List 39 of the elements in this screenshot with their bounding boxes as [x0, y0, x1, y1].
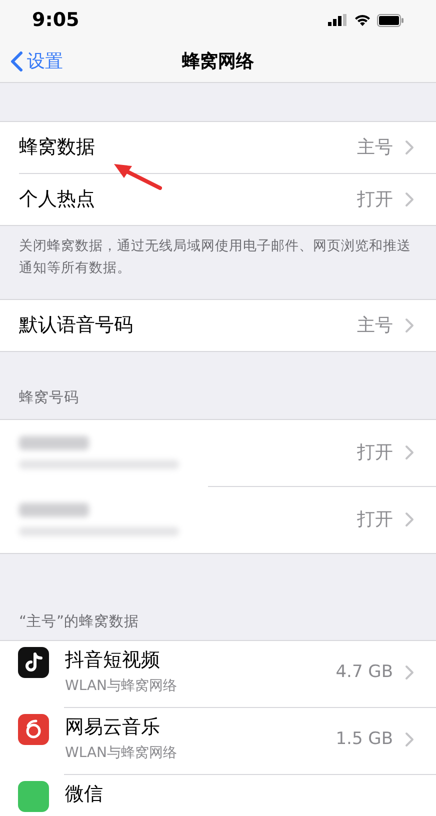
pointer-arrow-drawing — [112, 162, 162, 190]
app-name: 微信 — [65, 782, 104, 806]
signal-icon — [328, 14, 348, 26]
app-subtitle: WLAN与蜂窝网络 — [65, 676, 178, 696]
wifi-icon — [354, 14, 371, 26]
chevron-icon — [405, 318, 414, 333]
row-label: 默认语音号码 — [19, 313, 134, 338]
row-value: 打开 — [357, 188, 393, 212]
usage-value: 1.5 GB — [336, 728, 393, 751]
app-row[interactable]: 微信 — [0, 774, 436, 816]
row-value: 打开 — [357, 441, 393, 466]
chevron-icon — [405, 192, 414, 207]
row-value: 主号 — [357, 314, 393, 338]
section-header: 蜂窝号码 — [18, 388, 80, 408]
music-app-icon — [18, 714, 49, 744]
app-name: 抖音短视频 — [65, 648, 161, 672]
back-button[interactable]: 设置 — [0, 48, 63, 74]
usage-value: 4.7 GB — [336, 660, 393, 684]
chevron-icon — [405, 140, 414, 155]
back-chevron-icon — [10, 50, 23, 72]
status-time: 9:05 — [32, 8, 80, 33]
chevron-icon — [405, 732, 414, 747]
app-name: 网易云音乐 — [65, 714, 161, 740]
battery-icon — [377, 14, 404, 26]
row-label: 个人热点 — [19, 187, 96, 212]
row-value: 主号 — [357, 136, 393, 160]
row-value: 打开 — [357, 508, 393, 532]
music-note-app-icon — [18, 646, 49, 678]
chat-app-icon — [18, 780, 49, 812]
chevron-icon — [405, 445, 414, 460]
section-header: “主号”的蜂窝数据 — [18, 612, 140, 632]
chevron-icon — [405, 665, 414, 680]
row-label: 蜂窝数据 — [19, 135, 96, 160]
section-footer: 关闭蜂窝数据，通过无线局域网使用电子邮件、网页浏览和推送通知等所有数据。 — [0, 226, 436, 279]
chevron-icon — [405, 512, 414, 528]
app-subtitle: WLAN与蜂窝网络 — [65, 744, 178, 762]
app-row[interactable]: 抖音短视频 WLAN与蜂窝网络 4.7 GB — [0, 640, 436, 706]
nav-title: 蜂窝网络 — [182, 50, 254, 74]
app-row[interactable]: 网易云音乐 WLAN与蜂窝网络 1.5 GB — [0, 708, 436, 774]
